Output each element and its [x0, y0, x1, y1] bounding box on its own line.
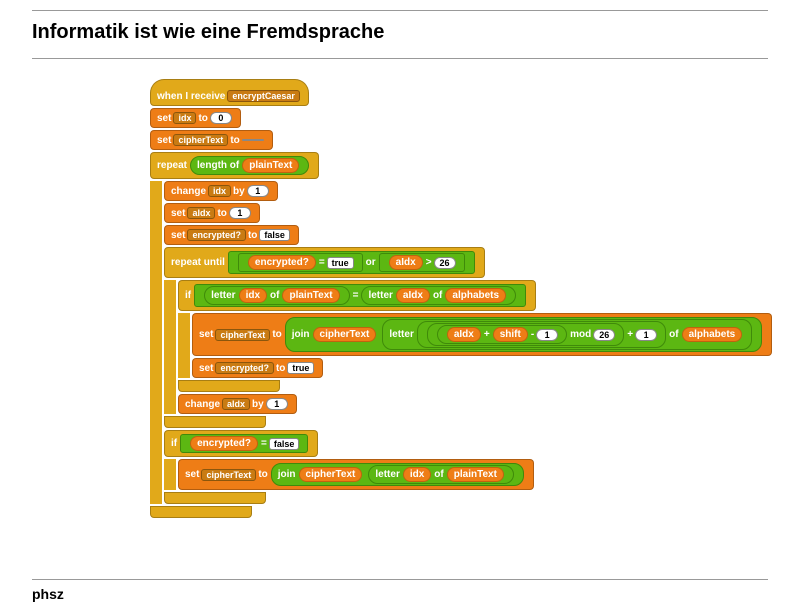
set-aidx-1: setaIdxto1	[164, 203, 260, 223]
scratch-script: when I receiveencryptCaesar setidxto0 se…	[0, 59, 800, 518]
repeat-until: repeat until encrypted?=true or aIdx>26	[164, 247, 485, 278]
change-aidx-1: changeaIdxby1	[178, 394, 297, 414]
if-letter-eq: if letteridxofplainText = letteraIdxofal…	[178, 280, 536, 311]
set-idx-0: setidxto0	[150, 108, 241, 128]
change-idx-1: changeidxby1	[164, 181, 278, 201]
set-enc-true: setencrypted?totrue	[192, 358, 323, 378]
set-enc-false: setencrypted?tofalse	[164, 225, 299, 245]
repeat-length: repeat length ofplainText	[150, 152, 319, 179]
page-title: Informatik ist wie eine Fremdsprache	[0, 11, 800, 58]
set-cipher-join-shift: setcipherTextto joincipherText letter aI…	[192, 313, 772, 356]
set-cipher-empty: setcipherTextto	[150, 130, 273, 150]
hat-when-receive: when I receiveencryptCaesar	[150, 79, 309, 106]
if-enc-false: if encrypted?=false	[164, 430, 318, 457]
set-cipher-join-plain: setcipherTextto joincipherText letteridx…	[178, 459, 534, 490]
